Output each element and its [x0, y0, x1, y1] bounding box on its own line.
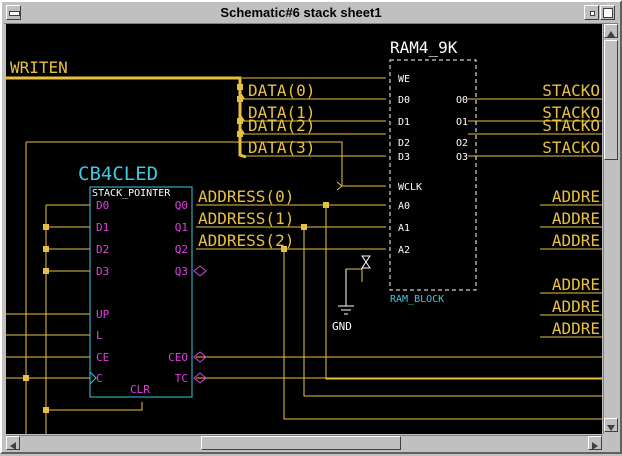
ram-pin-a1: A1	[398, 223, 410, 234]
net-label-addre-5[interactable]: ADDRE	[552, 319, 600, 338]
minimize-button[interactable]	[584, 5, 599, 20]
net-label-addre-4[interactable]: ADDRE	[552, 297, 600, 316]
counter-type-label: CB4CLED	[78, 163, 158, 185]
gnd-label: GND	[332, 320, 352, 333]
counter-pin-tc: TC	[175, 372, 188, 385]
junction-dot	[43, 268, 49, 274]
ram-pin-o0: O0	[456, 95, 468, 106]
scroll-up-icon	[607, 31, 615, 37]
net-label-address-0[interactable]: ADDRESS(0)	[198, 187, 294, 206]
net-label-stacko-2[interactable]: STACKO	[542, 116, 600, 135]
gnd-diode-icon	[361, 255, 371, 269]
ram-pin-o3: O3	[456, 152, 468, 163]
stack-output-labels: STACKOSTACKOSTACKOSTACKO	[522, 81, 602, 157]
window-menu-icon	[9, 11, 20, 16]
junction-dot	[323, 202, 329, 208]
maximize-icon	[603, 8, 613, 18]
horizontal-scroll-thumb[interactable]	[201, 436, 401, 450]
minimize-icon	[590, 11, 595, 16]
counter-instance-label: STACK_POINTER	[92, 188, 171, 199]
vertical-scrollbar[interactable]	[603, 24, 619, 434]
net-label-address-2[interactable]: ADDRESS(2)	[198, 231, 294, 250]
scroll-down-button[interactable]	[604, 418, 618, 432]
ram-pin-o2: O2	[456, 138, 468, 149]
schematic-window: Schematic#6 stack sheet1 RAM4_9K RAM_BLO…	[0, 0, 622, 454]
counter-pin-clr: CLR	[130, 383, 150, 396]
net-label-addre-1[interactable]: ADDRE	[552, 209, 600, 228]
net-label-data-0[interactable]: DATA(0)	[248, 81, 315, 100]
ram-pin-we: WE	[398, 74, 410, 85]
junction-dot	[301, 224, 307, 230]
ram-left-pins: WE D0 D1 D2 D3 WCLK A0 A1 A2	[398, 74, 422, 256]
counter-symbol[interactable]: CB4CLED STACK_POINTER CLR D0 D1 D2 D3 UP L CE C…	[78, 163, 207, 398]
title-bar[interactable]: Schematic#6 stack sheet1	[4, 4, 618, 24]
ram-pin-d0: D0	[398, 95, 410, 106]
ram-pin-d1: D1	[398, 117, 410, 128]
vertical-scroll-thumb[interactable]	[604, 40, 618, 160]
gnd-symbol[interactable]: GND	[332, 255, 371, 333]
net-label-data-3[interactable]: DATA(3)	[248, 138, 315, 157]
ram-type-label: RAM4_9K	[390, 38, 458, 57]
scroll-up-button[interactable]	[604, 24, 618, 38]
counter-pin-q0: Q0	[175, 199, 188, 212]
counter-pin-d2: D2	[96, 243, 109, 256]
scroll-right-icon	[592, 442, 598, 450]
counter-pin-q3: Q3	[175, 265, 188, 278]
window-menu-button[interactable]	[6, 5, 21, 20]
net-label-writen[interactable]: WRITEN	[10, 58, 68, 77]
counter-pin-q1: Q1	[175, 221, 188, 234]
address-net-labels: ADDRESS(0) ADDRESS(1) ADDRESS(2)	[198, 187, 294, 250]
junction-dot	[237, 84, 243, 90]
right-address-labels: ADDRE ADDRE ADDRE ADDRE ADDRE ADDRE	[540, 187, 602, 338]
counter-pin-ceo: CEO	[168, 351, 188, 364]
net-label-data-2[interactable]: DATA(2)	[248, 116, 315, 135]
scroll-right-button[interactable]	[588, 436, 602, 450]
junction-dot	[43, 246, 49, 252]
counter-pin-d1: D1	[96, 221, 109, 234]
junction-dot	[43, 407, 49, 413]
ram-pin-a0: A0	[398, 201, 410, 212]
junction-dot	[43, 224, 49, 230]
scroll-corner	[603, 435, 619, 451]
counter-pin-up: UP	[96, 308, 110, 321]
ram-pin-d2: D2	[398, 138, 410, 149]
net-label-stacko-3[interactable]: STACKO	[542, 138, 600, 157]
horizontal-scrollbar[interactable]	[6, 435, 603, 451]
gnd-icon	[338, 269, 354, 315]
ram-right-pins: O0 O1 O2 O3	[456, 95, 468, 163]
ram-symbol[interactable]: RAM4_9K RAM_BLOCK WE D0 D1 D2 D3 WCLK A0 A1 A2 O…	[389, 38, 477, 305]
counter-pin-d0: D0	[96, 199, 109, 212]
net-label-addre-2[interactable]: ADDRE	[552, 231, 600, 250]
output-port-icon	[193, 265, 207, 277]
junction-dot	[23, 375, 29, 381]
ram-pin-o1: O1	[456, 117, 468, 128]
scroll-down-icon	[607, 425, 615, 431]
counter-pin-ce: CE	[96, 351, 109, 364]
ram-pin-a2: A2	[398, 245, 410, 256]
net-label-address-1[interactable]: ADDRESS(1)	[198, 209, 294, 228]
counter-left-pins: D0 D1 D2 D3 UP L CE C	[96, 199, 110, 385]
window-title: Schematic#6 stack sheet1	[220, 5, 382, 20]
scroll-left-button[interactable]	[6, 436, 20, 450]
ram-pin-d3: D3	[398, 152, 410, 163]
counter-pin-l: L	[96, 329, 103, 342]
data-net-labels: DATA(0)DATA(1)DATA(2)DATA(3)	[248, 81, 315, 157]
net-label-addre-0[interactable]: ADDRE	[552, 187, 600, 206]
counter-pin-c: C	[96, 372, 103, 385]
net-label-addre-3[interactable]: ADDRE	[552, 275, 600, 294]
counter-pin-d3: D3	[96, 265, 109, 278]
net-label-stacko-0[interactable]: STACKO	[542, 81, 600, 100]
maximize-button[interactable]	[600, 5, 615, 20]
scroll-left-icon	[10, 442, 16, 450]
ram-pin-wclk: WCLK	[398, 182, 422, 193]
counter-pin-q2: Q2	[175, 243, 188, 256]
ram-instance-label: RAM_BLOCK	[390, 294, 444, 305]
counter-body	[89, 186, 193, 398]
schematic-canvas[interactable]: RAM4_9K RAM_BLOCK WE D0 D1 D2 D3 WCLK A0 A1 A2 O…	[6, 24, 602, 434]
